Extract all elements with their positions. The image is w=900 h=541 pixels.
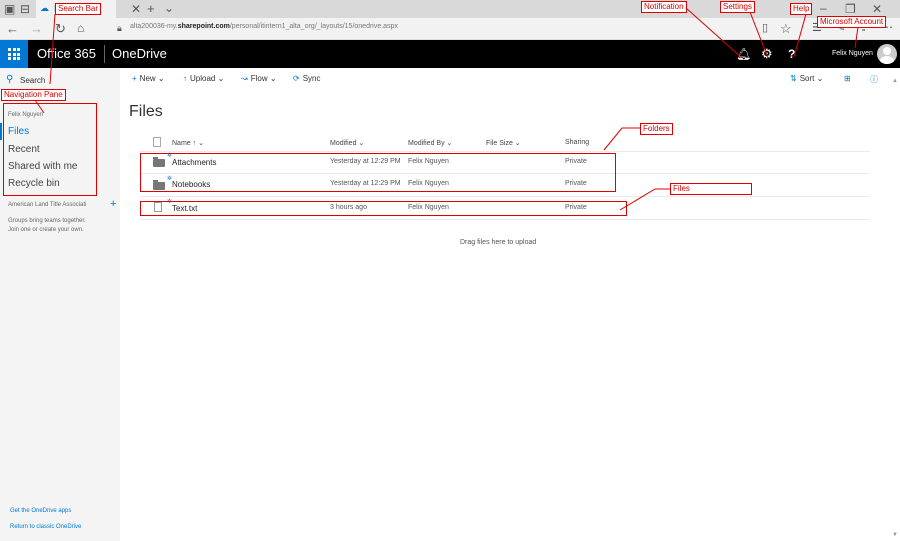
scroll-down-icon[interactable]: ▼ <box>892 532 898 538</box>
upload-icon: ↑ <box>183 74 187 83</box>
column-header-modified[interactable]: Modified ⌄ <box>330 139 364 147</box>
lock-icon: 🔒︎ <box>117 23 122 33</box>
url-path: /personal/itintern1_alta_org/_layouts/15… <box>229 23 398 30</box>
waffle-icon <box>8 48 20 60</box>
help-button[interactable]: ? <box>788 47 795 61</box>
annotation-box-navigation <box>3 103 97 196</box>
search-icon[interactable]: ⚲ <box>6 74 13 85</box>
annotation-search-bar: Search Bar <box>55 3 102 15</box>
file-type-header-icon[interactable] <box>153 137 161 147</box>
browser-tab-bar: ▣ ⊟ ☁ F ✕ + ⌄ – ❐ ✕ <box>0 0 900 18</box>
annotation-microsoft-account: Microsoft Account <box>817 16 887 28</box>
row-divider <box>140 196 870 197</box>
new-tab-icon[interactable]: + <box>147 2 155 15</box>
settings-gear-icon[interactable]: ⚙ <box>761 46 773 62</box>
forward-icon[interactable]: → <box>30 22 43 35</box>
sort-label: Sort <box>799 74 815 83</box>
group-name[interactable]: American Land Title Associati <box>8 202 86 208</box>
favorite-star-icon[interactable]: ☆ <box>780 22 792 35</box>
suite-product-name[interactable]: OneDrive <box>112 46 167 61</box>
maximize-icon[interactable]: ❐ <box>845 3 856 15</box>
column-sharing-label: Sharing <box>565 139 590 146</box>
chevron-down-icon: ⌄ <box>446 140 453 147</box>
search-box[interactable]: Search <box>20 76 45 85</box>
url-domain: sharepoint.com <box>177 23 230 30</box>
sync-icon: ⟳ <box>293 74 300 83</box>
suite-divider <box>104 45 105 63</box>
sync-button[interactable]: ⟳ Sync <box>293 74 321 83</box>
scroll-up-icon[interactable]: ▲ <box>892 78 898 84</box>
sort-icon: ⇅ <box>790 74 797 83</box>
avatar-head <box>883 47 891 55</box>
chevron-down-icon: ⌄ <box>358 140 365 147</box>
minimize-icon[interactable]: – <box>820 2 827 14</box>
column-header-file-size[interactable]: File Size ⌄ <box>486 139 521 147</box>
column-modified-label: Modified <box>330 140 357 147</box>
upload-label: Upload <box>190 74 216 83</box>
column-name-label: Name <box>172 140 191 147</box>
plus-icon: + <box>132 74 137 83</box>
avatar-body <box>880 56 894 64</box>
group-hint-line1: Groups bring teams together. <box>8 218 86 224</box>
home-icon[interactable]: ⌂ <box>77 22 84 34</box>
active-indicator <box>0 123 2 140</box>
avatar[interactable] <box>877 44 897 64</box>
page-title: Files <box>129 103 163 120</box>
info-icon[interactable]: ⓘ <box>870 74 878 85</box>
column-header-sharing[interactable]: Sharing <box>565 139 589 146</box>
sort-button[interactable]: ⇅ Sort ⌄ <box>790 74 823 83</box>
notification-bell-icon[interactable]: 🔔︎ <box>736 47 751 61</box>
flow-icon: ↝ <box>241 74 248 83</box>
annotation-settings: Settings <box>720 1 755 13</box>
account-name[interactable]: Felix Nguyen <box>832 50 873 57</box>
annotation-help: Help <box>790 3 813 15</box>
new-label: New <box>139 74 156 83</box>
row-divider <box>140 219 870 220</box>
suite-header: Office 365 OneDrive 🔔︎ ⚙ ? Felix Nguyen <box>0 40 900 68</box>
set-aside-icon[interactable]: ⊟ <box>20 3 30 15</box>
return-classic-link[interactable]: Return to classic OneDrive <box>10 524 81 530</box>
flow-button[interactable]: ↝ Flow ⌄ <box>241 74 277 83</box>
column-header-name[interactable]: Name ↑ ⌄ <box>172 139 204 147</box>
column-modified-by-label: Modified By <box>408 140 445 147</box>
reading-view-icon[interactable]: ▯ <box>762 23 768 34</box>
view-grid-icon[interactable]: ⊞ <box>844 74 851 83</box>
get-apps-link[interactable]: Get the OneDrive apps <box>10 508 71 514</box>
chevron-down-icon: ⌄ <box>816 74 824 83</box>
annotation-files: Files <box>670 183 752 195</box>
annotation-notification: Notification <box>641 1 687 13</box>
sort-arrow-icon: ↑ ⌄ <box>192 140 204 147</box>
url-prefix: alta200036-my. <box>130 23 178 30</box>
tab-preview-icon[interactable]: ▣ <box>4 3 15 15</box>
group-hint-line2: Join one or create your own. <box>8 227 84 233</box>
chevron-down-icon: ⌄ <box>514 140 521 147</box>
annotation-box-folders <box>140 153 616 192</box>
chevron-down-icon: ⌄ <box>157 74 165 83</box>
onedrive-cloud-icon: ☁ <box>40 3 49 13</box>
upload-button[interactable]: ↑ Upload ⌄ <box>183 74 224 83</box>
column-header-modified-by[interactable]: Modified By ⌄ <box>408 139 452 147</box>
drag-upload-hint: Drag files here to upload <box>460 239 537 246</box>
add-group-icon[interactable]: + <box>110 198 116 210</box>
new-button[interactable]: + New ⌄ <box>132 74 165 83</box>
url-field[interactable]: alta200036-my.sharepoint.com/personal/it… <box>130 23 398 30</box>
column-file-size-label: File Size <box>486 140 513 147</box>
close-tab-icon[interactable]: ✕ <box>131 3 141 15</box>
annotation-folders: Folders <box>640 123 673 135</box>
chevron-down-icon: ⌄ <box>269 74 277 83</box>
sync-label: Sync <box>302 74 321 83</box>
refresh-icon[interactable]: ↻ <box>55 22 66 35</box>
arrow-folders <box>603 127 640 151</box>
chevron-down-icon: ⌄ <box>217 74 225 83</box>
flow-label: Flow <box>250 74 268 83</box>
annotation-box-files <box>140 201 627 216</box>
app-launcher-button[interactable] <box>0 40 28 68</box>
annotation-navigation-pane: Navigation Pane <box>1 89 66 101</box>
tab-dropdown-icon[interactable]: ⌄ <box>164 2 174 14</box>
suite-app-name[interactable]: Office 365 <box>37 46 96 61</box>
back-icon[interactable]: ← <box>6 22 19 35</box>
window-close-icon[interactable]: ✕ <box>872 3 882 15</box>
